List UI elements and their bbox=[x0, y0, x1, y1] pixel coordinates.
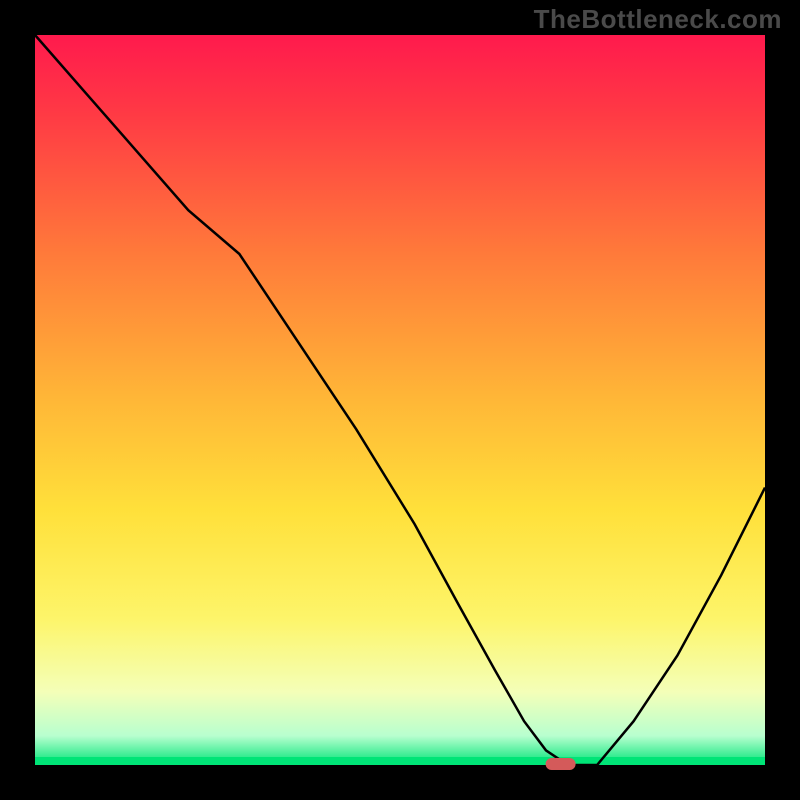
baseline-green-band bbox=[35, 757, 765, 765]
optimal-marker bbox=[546, 758, 576, 770]
plot-background bbox=[35, 35, 765, 765]
bottleneck-chart bbox=[0, 0, 800, 800]
chart-frame: TheBottleneck.com bbox=[0, 0, 800, 800]
